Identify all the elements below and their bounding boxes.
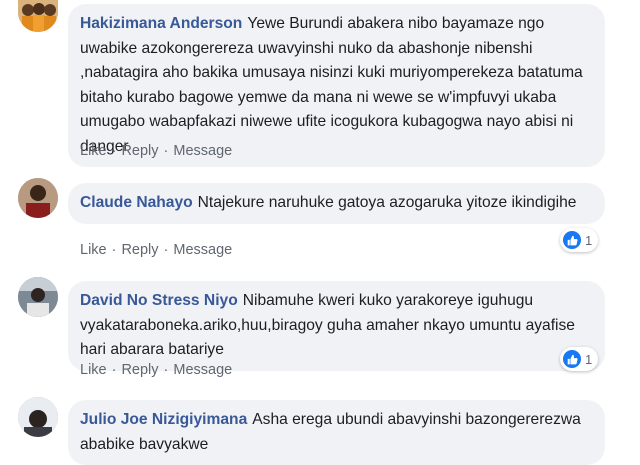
reply-button[interactable]: Reply <box>121 143 158 159</box>
comment-actions: Like · Reply · Message <box>80 362 232 378</box>
separator-dot: · <box>163 143 169 159</box>
avatar[interactable] <box>18 0 58 32</box>
message-button[interactable]: Message <box>173 242 232 258</box>
comment-author[interactable]: David No Stress Niyo <box>80 292 238 309</box>
like-button[interactable]: Like <box>80 143 107 159</box>
avatar-image <box>18 178 58 218</box>
comment-actions: Like · Reply · Message <box>80 143 232 159</box>
avatar-image <box>18 0 58 32</box>
like-button[interactable]: Like <box>80 242 107 258</box>
reaction-count[interactable]: 1 <box>560 347 599 371</box>
comment-author[interactable]: Julio Joe Nizigiyimana <box>80 411 247 428</box>
comment-bubble: Claude Nahayo Ntajekure naruhuke gatoya a… <box>68 183 605 224</box>
avatar[interactable] <box>18 178 58 218</box>
message-button[interactable]: Message <box>173 143 232 159</box>
comment-author[interactable]: Hakizimana Anderson <box>80 15 242 32</box>
message-button[interactable]: Message <box>173 362 232 378</box>
comment-text: Yewe Burundi abakera nibo bayamaze ngo u… <box>80 15 583 155</box>
reply-button[interactable]: Reply <box>121 362 158 378</box>
comment-author[interactable]: Claude Nahayo <box>80 194 193 211</box>
comment-bubble: Julio Joe Nizigiyimana Asha erega ubundi … <box>68 400 605 465</box>
comment-bubble: David No Stress Niyo Nibamuhe kweri kuko … <box>68 281 605 371</box>
avatar[interactable] <box>18 277 58 317</box>
reply-button[interactable]: Reply <box>121 242 158 258</box>
like-icon <box>563 350 581 368</box>
avatar[interactable] <box>18 397 58 437</box>
reaction-count[interactable]: 1 <box>560 228 599 252</box>
reaction-number: 1 <box>585 232 593 248</box>
separator-dot: · <box>111 362 117 378</box>
like-button[interactable]: Like <box>80 362 107 378</box>
separator-dot: · <box>111 242 117 258</box>
separator-dot: · <box>163 362 169 378</box>
like-icon <box>563 231 581 249</box>
comment-text: Ntajekure naruhuke gatoya azogaruka yito… <box>197 194 577 211</box>
separator-dot: · <box>163 242 169 258</box>
comment-actions: Like · Reply · Message <box>80 242 232 258</box>
avatar-image <box>18 277 58 317</box>
avatar-image <box>18 397 58 437</box>
separator-dot: · <box>111 143 117 159</box>
reaction-number: 1 <box>585 351 593 367</box>
